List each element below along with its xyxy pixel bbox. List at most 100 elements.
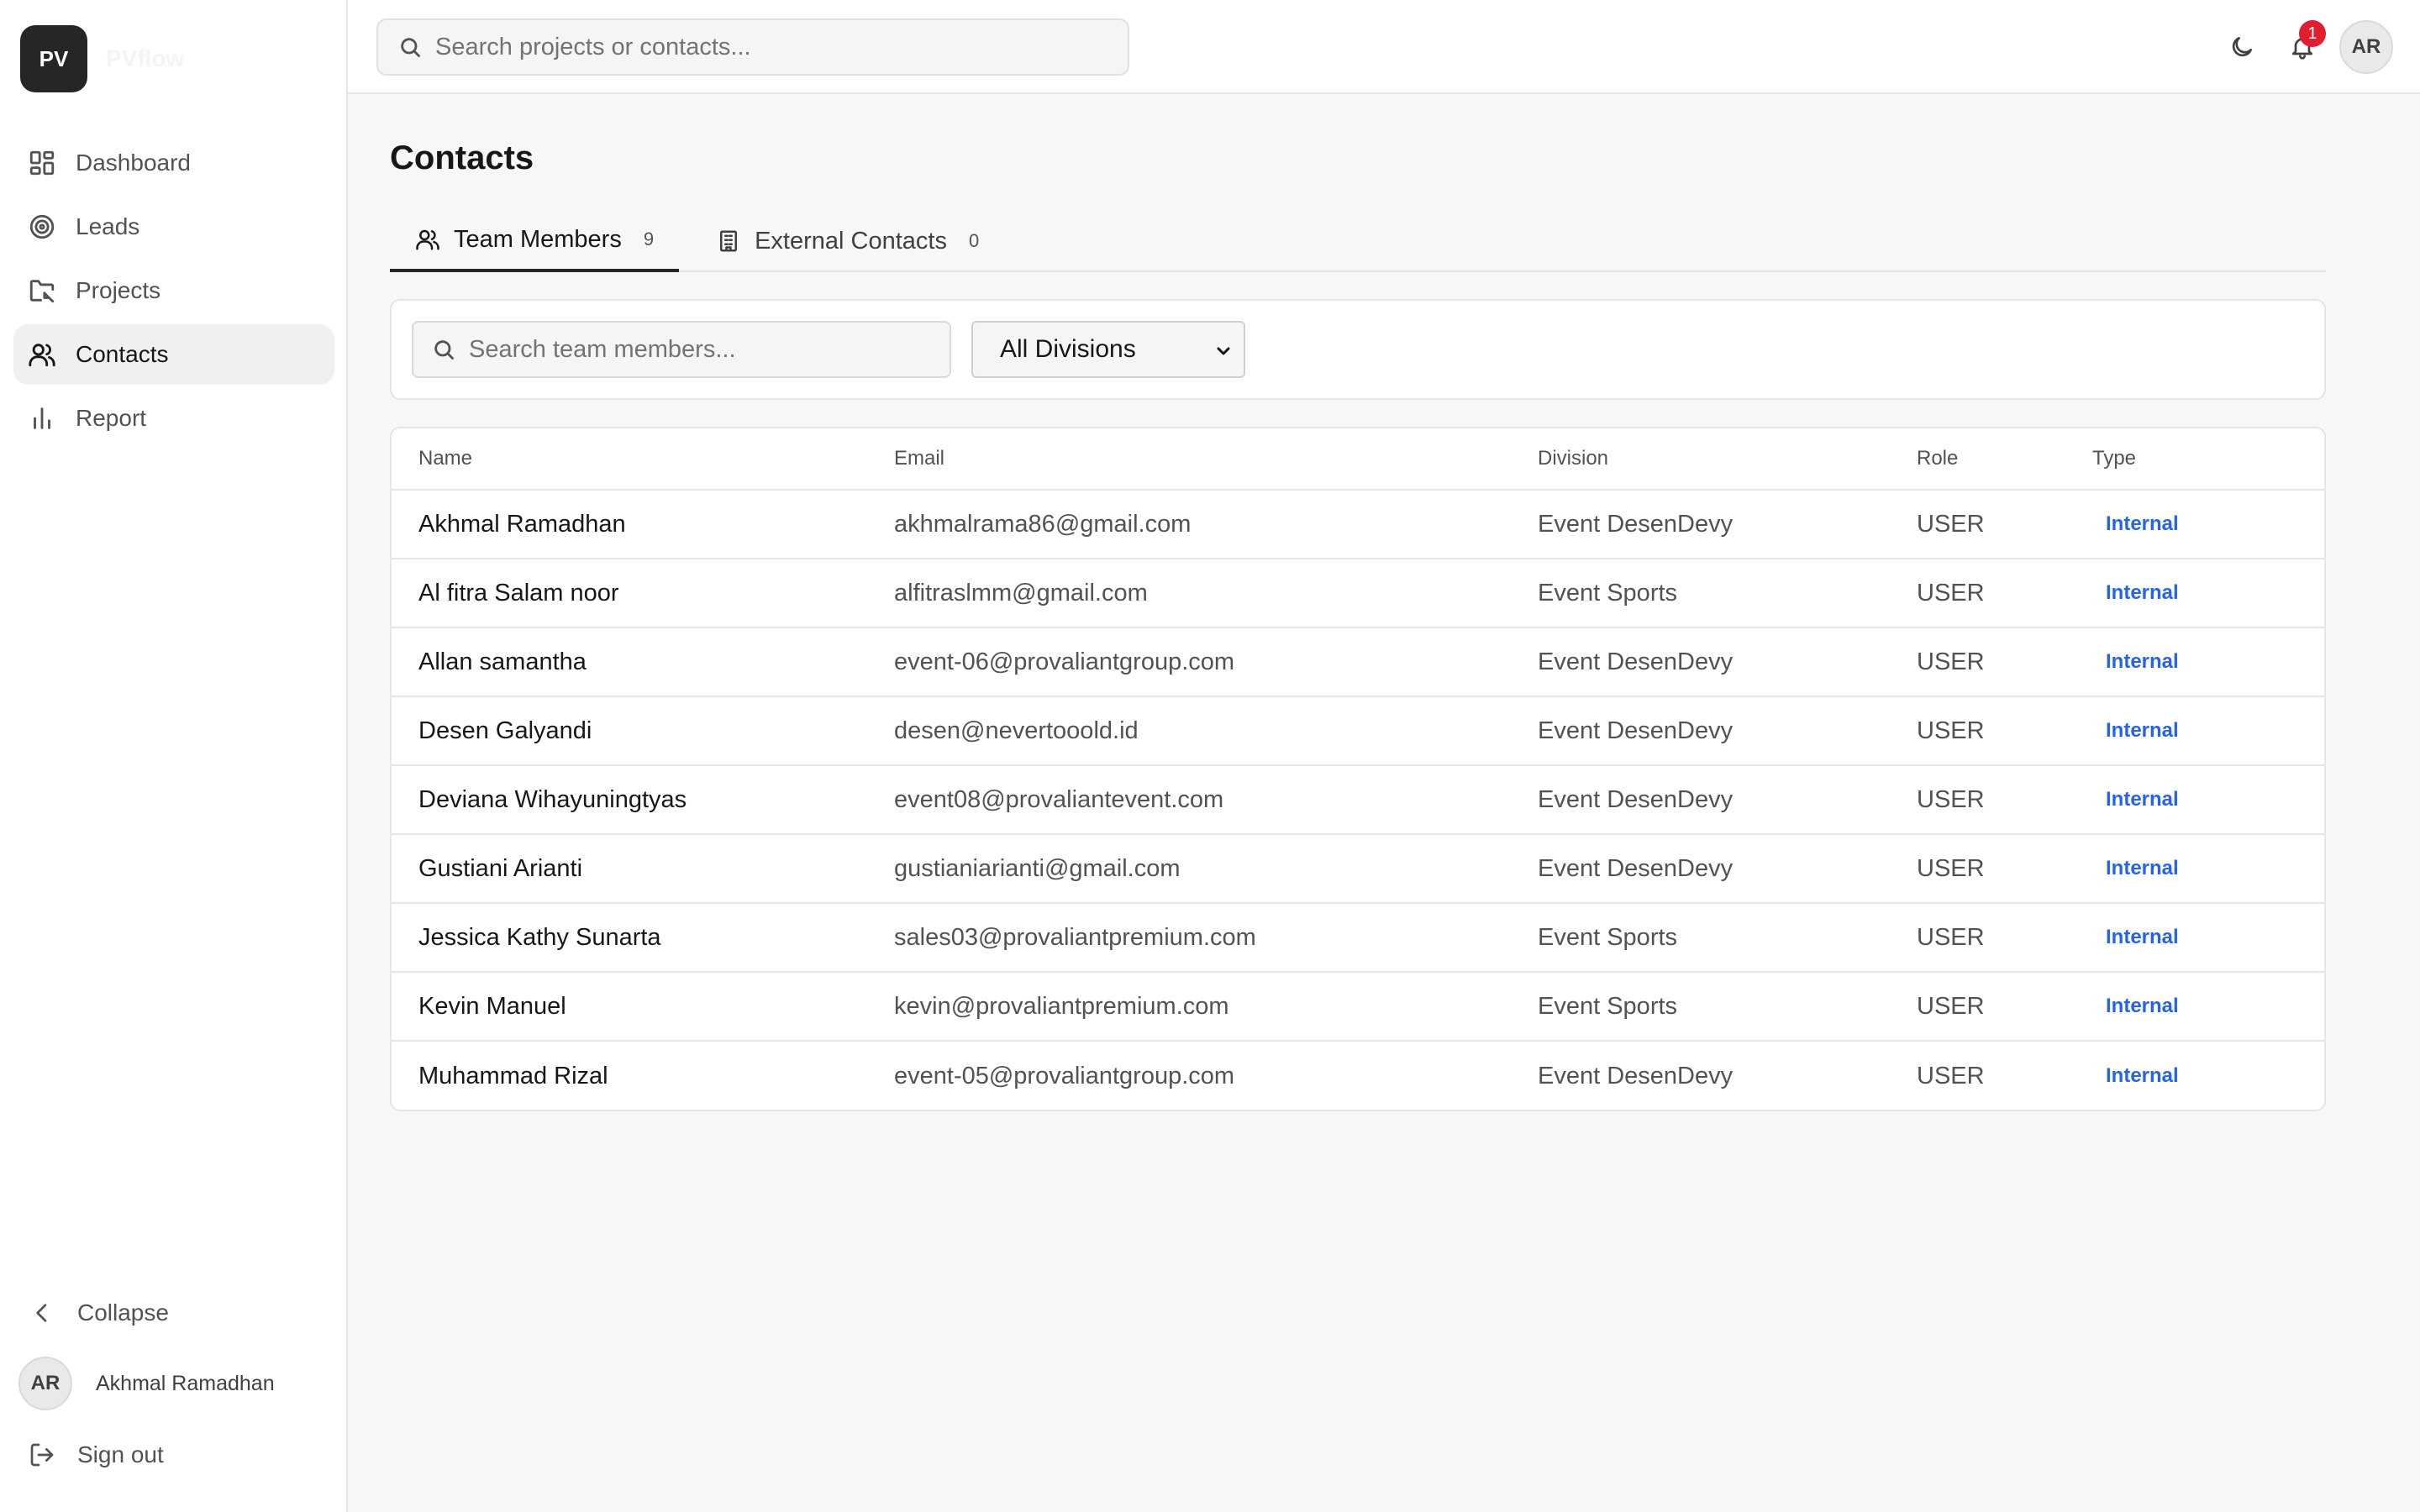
contact-email: event08@provaliantevent.com xyxy=(894,785,1224,813)
collapse-button[interactable]: Collapse xyxy=(13,1283,334,1343)
contact-division: Event DesenDevy xyxy=(1538,717,1733,744)
user-name: Akhmal Ramadhan xyxy=(96,1371,275,1395)
contact-division: Event DesenDevy xyxy=(1538,1062,1733,1089)
contact-role: USER xyxy=(1917,510,1985,538)
table-row[interactable]: Desen Galyandi desen@nevertooold.id Event … xyxy=(392,697,2324,766)
column-header-email[interactable]: Email xyxy=(894,428,1538,489)
contact-division: Event DesenDevy xyxy=(1538,510,1733,538)
contact-division: Event Sports xyxy=(1538,579,1678,606)
contact-role: USER xyxy=(1917,854,1985,882)
folder-icon xyxy=(27,276,57,306)
top-actions: 1 AR xyxy=(2208,20,2393,74)
table-row[interactable]: Gustiani Arianti gustianiarianti@gmail.co… xyxy=(392,835,2324,904)
chevron-left-icon xyxy=(36,1304,47,1322)
contact-name: Muhammad Rizal xyxy=(418,1062,608,1089)
contact-role: USER xyxy=(1917,992,1985,1020)
column-header-name[interactable]: Name xyxy=(392,428,894,489)
topbar: 1 AR xyxy=(348,0,2420,94)
contact-division: Event Sports xyxy=(1538,992,1678,1020)
contact-name: Al fitra Salam noor xyxy=(418,579,619,606)
type-badge: Internal xyxy=(2106,512,2179,535)
contact-role: USER xyxy=(1917,923,1985,951)
contact-email: desen@nevertooold.id xyxy=(894,717,1139,744)
type-badge: Internal xyxy=(2106,1064,2179,1087)
notifications-button[interactable]: 1 xyxy=(2275,20,2329,74)
division-select-value: All Divisions xyxy=(1000,335,1136,363)
contact-email: gustianiarianti@gmail.com xyxy=(894,854,1181,882)
table-row[interactable]: Al fitra Salam noor alfitraslmm@gmail.com… xyxy=(392,559,2324,628)
tab-label: Team Members xyxy=(454,225,622,253)
column-header-role[interactable]: Role xyxy=(1917,428,2092,489)
tab-count: 9 xyxy=(643,228,655,249)
search-icon xyxy=(401,38,420,57)
division-select[interactable]: All Divisions xyxy=(971,321,1245,378)
global-search-input[interactable] xyxy=(435,33,1107,61)
column-header-division[interactable]: Division xyxy=(1538,428,1917,489)
contact-type: Internal xyxy=(2092,491,2324,558)
logo: PV xyxy=(20,25,87,92)
contact-role: USER xyxy=(1917,648,1985,675)
contact-email: sales03@provaliantpremium.com xyxy=(894,923,1256,951)
table-row[interactable]: Jessica Kathy Sunarta sales03@provaliantp… xyxy=(392,904,2324,973)
tab-external-contacts[interactable]: External Contacts 0 xyxy=(691,210,1004,272)
global-search[interactable] xyxy=(376,18,1129,76)
search-icon xyxy=(434,340,454,360)
filter-bar: All Divisions xyxy=(390,299,2326,400)
member-search[interactable] xyxy=(412,321,951,378)
tab-label: External Contacts xyxy=(755,227,947,255)
brand[interactable]: PV PVflow xyxy=(20,25,184,92)
collapse-label: Collapse xyxy=(77,1299,169,1326)
contact-email: alfitraslmm@gmail.com xyxy=(894,579,1148,606)
sign-out-button[interactable]: Sign out xyxy=(13,1425,334,1485)
notification-badge: 1 xyxy=(2299,20,2326,47)
contact-email: kevin@provaliantpremium.com xyxy=(894,992,1229,1020)
bar-chart-icon xyxy=(27,403,57,433)
table-row[interactable]: Allan samantha event-06@provaliantgroup.c… xyxy=(392,628,2324,697)
table-row[interactable]: Akhmal Ramadhan akhmalrama86@gmail.com Eve… xyxy=(392,491,2324,559)
contact-type: Internal xyxy=(2092,1042,2324,1110)
avatar: AR xyxy=(18,1357,72,1410)
sidebar-nav: Dashboard Leads Projects Contacts Report xyxy=(13,133,334,452)
sidebar-item-contacts[interactable]: Contacts xyxy=(13,324,334,385)
table-row[interactable]: Muhammad Rizal event-05@provaliantgroup.c… xyxy=(392,1042,2324,1110)
contact-type: Internal xyxy=(2092,766,2324,833)
sidebar-user: AR Akhmal Ramadhan xyxy=(13,1356,334,1411)
team-members-table: Name Email Division Role Type Akhmal Ram… xyxy=(390,427,2326,1111)
table-header: Name Email Division Role Type xyxy=(392,428,2324,491)
sidebar-item-label: Dashboard xyxy=(76,150,191,176)
sidebar-item-label: Projects xyxy=(76,277,161,303)
type-badge: Internal xyxy=(2106,650,2179,673)
member-search-input[interactable] xyxy=(469,335,939,364)
theme-toggle-button[interactable] xyxy=(2215,20,2269,74)
contact-type: Internal xyxy=(2092,904,2324,971)
sidebar-item-report[interactable]: Report xyxy=(13,388,334,449)
contact-name: Kevin Manuel xyxy=(418,992,566,1020)
log-out-icon xyxy=(30,1443,54,1467)
contact-role: USER xyxy=(1917,579,1985,606)
tab-team-members[interactable]: Team Members 9 xyxy=(390,210,680,272)
sign-out-label: Sign out xyxy=(77,1441,164,1467)
page-title: Contacts xyxy=(390,139,534,176)
sidebar-item-dashboard[interactable]: Dashboard xyxy=(13,133,334,193)
contact-name: Jessica Kathy Sunarta xyxy=(418,923,661,951)
building-icon xyxy=(720,230,738,252)
sidebar-item-label: Report xyxy=(76,405,147,431)
contact-division: Event DesenDevy xyxy=(1538,854,1733,882)
user-avatar-button[interactable]: AR xyxy=(2339,20,2393,74)
chevron-down-icon xyxy=(1217,347,1230,355)
contact-type: Internal xyxy=(2092,697,2324,764)
sidebar-item-projects[interactable]: Projects xyxy=(13,260,334,321)
table-row[interactable]: Kevin Manuel kevin@provaliantpremium.com E… xyxy=(392,973,2324,1042)
contact-type: Internal xyxy=(2092,973,2324,1040)
sidebar-item-leads[interactable]: Leads xyxy=(13,197,334,257)
contact-name: Allan samantha xyxy=(418,648,587,675)
type-badge: Internal xyxy=(2106,581,2179,604)
target-icon xyxy=(27,212,57,242)
column-header-type[interactable]: Type xyxy=(2092,428,2324,489)
contact-division: Event Sports xyxy=(1538,923,1678,951)
contact-email: event-06@provaliantgroup.com xyxy=(894,648,1235,675)
contact-email: event-05@provaliantgroup.com xyxy=(894,1062,1235,1089)
type-badge: Internal xyxy=(2106,719,2179,742)
table-row[interactable]: Deviana Wihayuningtyas event08@provaliant… xyxy=(392,766,2324,835)
contact-division: Event DesenDevy xyxy=(1538,785,1733,813)
